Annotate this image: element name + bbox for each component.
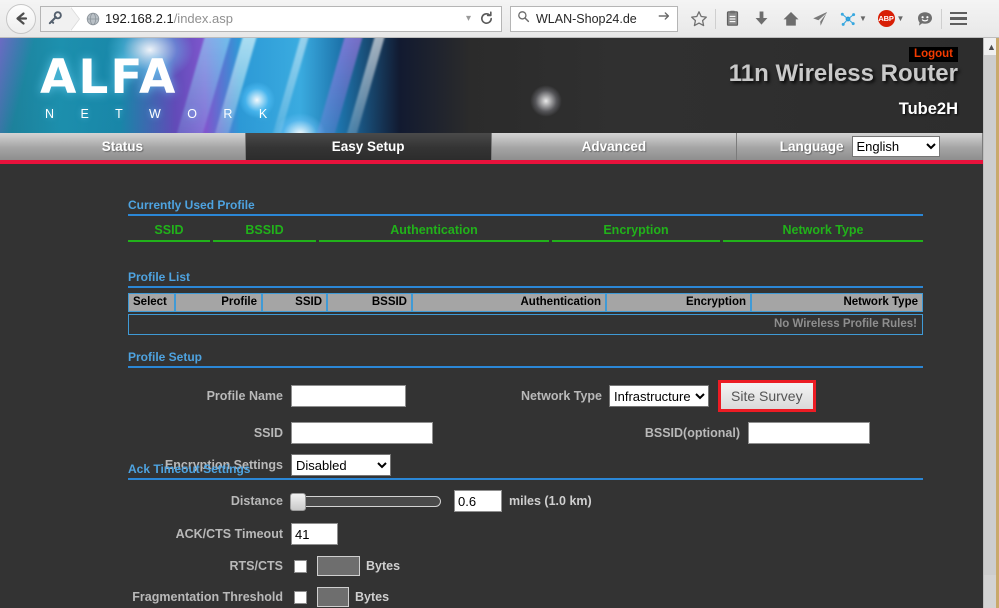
network-type-label: Network Type [520,389,602,403]
router-admin-page: ALFA N E T W O R K Logout 11n Wireless R… [0,38,983,608]
th-select: Select [128,293,175,312]
browser-action-icons: ▼ ABP ▼ [684,4,973,34]
toolbar-divider [715,8,716,29]
pocket-send-icon[interactable] [805,4,834,34]
url-host: 192.168.2.1 [105,11,174,26]
fragmentation-threshold-unit-label: Bytes [355,590,390,604]
alfa-logo: ALFA N E T W O R K [40,54,279,121]
device-model: Tube2H [898,100,958,118]
url-text: 192.168.2.1/index.asp [105,11,458,26]
reading-list-icon[interactable] [718,4,747,34]
search-bar[interactable]: WLAN-Shop24.de [510,5,678,32]
reload-icon[interactable] [479,11,501,26]
site-survey-button[interactable]: Site Survey [718,380,816,412]
tab-status[interactable]: Status [0,133,246,160]
th-ssid: SSID [262,293,327,312]
key-icon [48,11,62,25]
main-navigation: Status Easy Setup Advanced Language Engl… [0,133,983,164]
bookmark-star-icon[interactable] [684,4,713,34]
back-arrow-icon [15,12,27,25]
column-bssid: BSSID [213,221,316,242]
site-banner: ALFA N E T W O R K Logout 11n Wireless R… [0,38,983,133]
profile-list-empty-message: No Wireless Profile Rules! [128,314,923,335]
language-area: Language English [737,133,983,160]
feedback-smiley-icon[interactable] [910,4,939,34]
url-dropdown-icon[interactable]: ▾ [458,13,479,24]
currently-used-profile-title: Currently Used Profile [128,198,923,216]
profile-setup-title: Profile Setup [128,350,923,368]
developer-molecule-icon[interactable]: ▼ [834,4,872,34]
rts-cts-checkbox[interactable] [294,559,307,573]
rts-cts-input-disabled [317,556,360,576]
th-bssid: BSSID [327,293,412,312]
column-network-type: Network Type [723,221,923,242]
profile-name-label: Profile Name [206,389,283,403]
language-label: Language [779,139,844,154]
page-viewport: ALFA N E T W O R K Logout 11n Wireless R… [0,38,999,608]
hamburger-menu-icon[interactable] [944,4,973,34]
chevron-down-icon[interactable]: ▼ [897,14,905,23]
profile-name-input[interactable] [291,385,406,407]
logo-primary-text: ALFA [40,50,178,105]
back-button[interactable] [6,3,36,34]
rts-cts-unit-label: Bytes [366,559,401,573]
saved-login-indicator[interactable] [41,6,80,31]
browser-toolbar: 192.168.2.1/index.asp ▾ WLAN-Shop24.de ▼… [0,0,999,38]
distance-slider[interactable] [290,492,441,511]
th-authentication: Authentication [412,293,606,312]
fragmentation-threshold-checkbox[interactable] [294,590,307,604]
column-ssid: SSID [128,221,210,242]
profile-setup-section: Profile Setup Profile Name Network Type … [128,350,923,476]
th-network-type: Network Type [751,293,923,312]
home-icon[interactable] [776,4,805,34]
logo-secondary-text: N E T W O R K [45,107,279,121]
address-bar[interactable]: 192.168.2.1/index.asp ▾ [40,5,502,32]
globe-icon [86,12,100,26]
profile-list-section: Profile List Select Profile SSID BSSID A… [128,270,923,335]
fragmentation-threshold-label: Fragmentation Threshold [132,590,283,604]
ssid-label: SSID [253,426,283,440]
distance-value-input[interactable] [454,490,502,512]
toolbar-divider [941,8,942,29]
column-encryption: Encryption [552,221,720,242]
search-go-icon[interactable] [657,9,671,28]
currently-used-profile-section: Currently Used Profile SSID BSSID Authen… [128,198,923,242]
adblock-plus-icon[interactable]: ABP ▼ [872,4,910,34]
search-icon [517,10,530,28]
ack-timeout-title: Ack Timeout Settings [128,462,923,480]
bssid-label: BSSID(optional) [644,426,740,440]
distance-slider-thumb[interactable] [290,492,306,511]
logout-button[interactable]: Logout [909,47,958,62]
ack-timeout-section: Ack Timeout Settings Distance miles (1.0… [128,462,923,607]
url-path: /index.asp [173,11,233,26]
distance-label: Distance [230,494,283,508]
profile-list-header-row: Select Profile SSID BSSID Authentication… [128,293,923,312]
search-input[interactable]: WLAN-Shop24.de [536,12,657,26]
ack-cts-timeout-input[interactable] [291,523,338,545]
profile-list-title: Profile List [128,270,923,288]
column-authentication: Authentication [319,221,549,242]
network-type-select[interactable]: Infrastructure [609,385,709,407]
tab-advanced[interactable]: Advanced [491,133,738,160]
currently-used-profile-header-row: SSID BSSID Authentication Encryption Net… [128,221,923,242]
ssid-input[interactable] [291,422,433,444]
rts-cts-label: RTS/CTS [229,559,283,573]
th-profile: Profile [175,293,262,312]
language-select[interactable]: English [851,136,940,157]
downloads-icon[interactable] [747,4,776,34]
tab-easy-setup[interactable]: Easy Setup [245,133,492,160]
distance-unit-label: miles (1.0 km) [509,494,592,508]
ack-cts-timeout-label: ACK/CTS Timeout [175,527,283,541]
bssid-input[interactable] [748,422,870,444]
th-encryption: Encryption [606,293,751,312]
chevron-down-icon[interactable]: ▼ [859,14,867,23]
fragmentation-threshold-input-disabled [317,587,349,607]
device-title: 11n Wireless Router [728,60,958,87]
